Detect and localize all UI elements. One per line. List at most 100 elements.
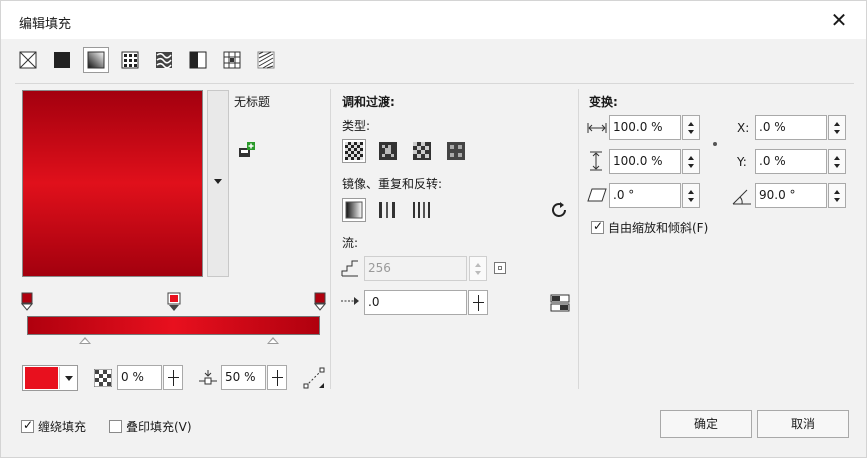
rotate-icon	[732, 187, 752, 208]
fill-height-input[interactable]: 100.0 %	[609, 149, 681, 174]
cancel-button[interactable]: 取消	[757, 410, 849, 438]
y-offset-input[interactable]: .0 %	[755, 149, 827, 174]
y-label: Y:	[737, 155, 747, 169]
gradient-mirror-icon	[379, 202, 395, 218]
fountain-fill-button[interactable]	[83, 47, 109, 73]
bitmap-pattern-fill-button[interactable]	[151, 47, 177, 73]
node-color-swatch	[25, 367, 58, 389]
free-transform-button[interactable]	[303, 367, 325, 392]
fill-height-spinner[interactable]	[682, 149, 700, 174]
add-to-presets-button[interactable]	[238, 142, 256, 161]
fill-width-input[interactable]: 100.0 %	[609, 115, 681, 140]
fill-type-toolbar	[15, 47, 279, 75]
gradient-repeat-icon	[413, 202, 430, 218]
node-position-icon	[198, 369, 218, 390]
chevron-down-icon	[214, 179, 222, 184]
free-scale-label: 自由缩放和倾斜(F)	[608, 221, 709, 235]
column-divider-2	[578, 89, 579, 389]
no-fill-button[interactable]	[15, 47, 41, 73]
default-fill-button[interactable]	[342, 198, 366, 222]
flow-label: 流:	[342, 236, 359, 250]
width-icon	[587, 122, 607, 136]
midpoint-marker-1[interactable]	[79, 337, 91, 344]
rotation-input[interactable]: 90.0 °	[755, 183, 827, 208]
conical-blend-button[interactable]	[410, 139, 434, 163]
smooth-blend-icon	[550, 294, 570, 312]
skew-input[interactable]: .0 °	[609, 183, 681, 208]
blend-type-label: 类型:	[342, 119, 371, 133]
x-label: X:	[737, 121, 750, 135]
gradient-default-icon	[345, 201, 363, 219]
checker-blend-icon	[379, 142, 397, 160]
close-button[interactable]: ✕	[826, 7, 852, 33]
preset-dropdown-button[interactable]	[207, 90, 229, 277]
lock-icon	[498, 266, 502, 270]
gradient-bar[interactable]	[27, 316, 320, 335]
fill-width-spinner[interactable]	[682, 115, 700, 140]
column-divider-1	[330, 89, 331, 389]
color-node-icon	[167, 292, 181, 311]
vector-pattern-fill-button[interactable]	[117, 47, 143, 73]
postscript-fill-button[interactable]	[253, 47, 279, 73]
free-scale-checkbox[interactable]: 自由缩放和倾斜(F)	[591, 219, 708, 236]
rotation-spinner[interactable]	[828, 183, 846, 208]
gradient-end-node[interactable]	[313, 292, 327, 317]
gradient-middle-node[interactable]	[167, 292, 181, 317]
x-offset-input[interactable]: .0 %	[755, 115, 827, 140]
rectangular-blend-button[interactable]	[444, 139, 468, 163]
postscript-fill-icon	[257, 51, 275, 69]
wrap-fill-label: 缠绕填充	[38, 420, 87, 434]
overprint-checkbox-box[interactable]	[109, 420, 122, 433]
steps-icon	[341, 259, 359, 280]
uniform-fill-button[interactable]	[49, 47, 75, 73]
aspect-link-icon[interactable]	[713, 142, 717, 146]
linear-blend-button[interactable]	[342, 139, 366, 163]
mirror-fill-button[interactable]	[376, 198, 400, 222]
steps-input[interactable]: 256	[364, 256, 467, 281]
texture-fill-button[interactable]	[219, 47, 245, 73]
skew-spinner[interactable]	[682, 183, 700, 208]
two-color-pattern-fill-button[interactable]	[185, 47, 211, 73]
overprint-checkbox[interactable]: 叠印填充(V)	[109, 418, 192, 435]
blend-heading: 调和过渡:	[342, 95, 395, 109]
reverse-icon	[552, 202, 566, 217]
node-color-picker[interactable]	[22, 365, 78, 391]
node-transparency-input[interactable]: 0 %	[117, 365, 162, 390]
wrap-fill-checkbox[interactable]: 缠绕填充	[21, 418, 86, 435]
lock-steps-button[interactable]	[494, 262, 506, 274]
add-preset-icon	[239, 142, 255, 157]
checker-blend-icon	[345, 142, 363, 160]
node-position-input[interactable]: 50 %	[221, 365, 266, 390]
vector-pattern-fill-icon	[121, 51, 139, 69]
repeat-fill-button[interactable]	[410, 198, 434, 222]
fill-preview	[22, 90, 203, 277]
ok-button[interactable]: 确定	[660, 410, 752, 438]
steps-spinner[interactable]	[469, 256, 487, 281]
position-slider-button[interactable]	[267, 365, 287, 390]
gradient-start-node[interactable]	[20, 292, 34, 317]
dialog-title: 编辑填充	[19, 17, 72, 32]
reverse-button[interactable]	[549, 200, 569, 223]
acceleration-input[interactable]: .0	[364, 290, 467, 315]
transform-heading: 变换:	[589, 95, 618, 109]
x-offset-spinner[interactable]	[828, 115, 846, 140]
midpoint-marker-2[interactable]	[267, 337, 279, 344]
acceleration-slider-button[interactable]	[468, 290, 488, 315]
transparency-slider-button[interactable]	[163, 365, 183, 390]
free-scale-checkbox-box[interactable]	[591, 219, 604, 234]
smooth-blend-button[interactable]	[550, 293, 570, 316]
no-fill-icon	[19, 51, 37, 69]
color-node-icon	[20, 292, 34, 311]
elliptical-blend-button[interactable]	[376, 139, 400, 163]
skew-icon	[587, 187, 607, 206]
checker-blend-icon	[447, 142, 465, 160]
color-node-icon	[313, 292, 327, 311]
transparency-icon	[93, 368, 113, 390]
bitmap-pattern-fill-icon	[156, 52, 172, 69]
y-offset-spinner[interactable]	[828, 149, 846, 174]
chevron-down-icon[interactable]	[59, 367, 77, 389]
mirror-label: 镜像、重复和反转:	[342, 177, 443, 191]
texture-fill-icon	[223, 51, 241, 69]
overprint-label: 叠印填充(V)	[126, 420, 192, 434]
wrap-fill-checkbox-box[interactable]	[21, 418, 34, 433]
